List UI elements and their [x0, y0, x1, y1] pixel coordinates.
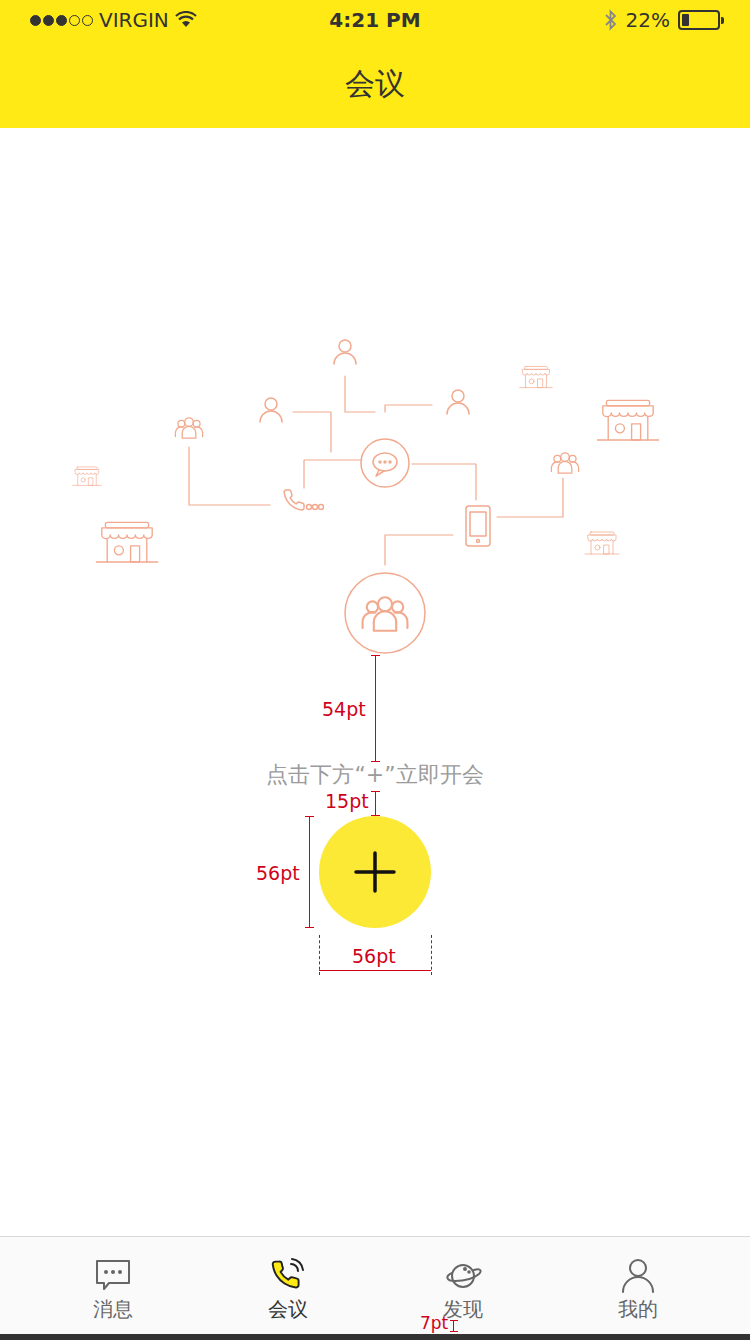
dimension-label: 15pt: [325, 790, 369, 812]
signal-dot: [82, 15, 93, 26]
status-bar: VIRGIN 4:21 PM 22%: [0, 0, 750, 40]
dimension-label: 56pt: [256, 862, 300, 884]
meeting-group-icon: [345, 573, 425, 653]
dimension-line: [375, 791, 376, 816]
signal-dot: [56, 15, 67, 26]
spec-annotations: 54pt 15pt 56pt 56pt: [0, 128, 750, 1236]
person-icon: [260, 398, 282, 422]
meeting-screen: VIRGIN4:21 PM22%会议点击下方“+”立即开会54pt15pt56p…: [0, 0, 750, 1340]
person-icon: [334, 340, 356, 364]
bottom-strip: [0, 1334, 750, 1340]
tab-label: 发现: [443, 1297, 483, 1321]
dimension-line: [309, 816, 310, 928]
page-title: 会议: [0, 40, 750, 128]
dimension-label: 54pt: [322, 698, 366, 720]
dimension-label: 56pt: [352, 945, 396, 967]
network-illustration: [0, 330, 750, 660]
group-icon: [551, 453, 578, 473]
signal-dot: [43, 15, 54, 26]
tab-item[interactable]: 我的: [550, 1237, 725, 1334]
tab-bar: 消息 会议 发现 我的 7pt: [0, 1236, 750, 1334]
wifi-icon: [175, 11, 197, 29]
tab-label: 消息: [93, 1297, 133, 1321]
content: 点击下方“+”立即开会 54pt 15pt 56pt 56pt: [0, 128, 750, 1236]
planet-icon: [443, 1255, 483, 1295]
dimension-guide: [431, 935, 432, 975]
clock: 4:21 PM: [329, 8, 420, 32]
dimension-line: [375, 655, 376, 762]
person-icon: [618, 1255, 658, 1295]
tab-label: 我的: [618, 1297, 658, 1321]
tab-item[interactable]: 消息: [25, 1237, 200, 1334]
message-icon: [93, 1255, 133, 1295]
carrier: VIRGIN: [99, 8, 169, 32]
tab-item[interactable]: 发现: [375, 1237, 550, 1334]
store-icon: [597, 400, 658, 440]
mobile-icon: [466, 506, 490, 546]
store-icon: [96, 522, 157, 562]
dimension-guide: [319, 935, 320, 975]
person-icon: [447, 390, 469, 414]
chat-icon: [361, 439, 409, 487]
connector-lines: [189, 376, 563, 565]
battery-icon: [678, 10, 720, 30]
spec-note: 7pt: [420, 1314, 458, 1332]
empty-hint: 点击下方“+”立即开会: [266, 760, 483, 790]
bluetooth-icon: [604, 9, 618, 31]
tab-item[interactable]: 会议: [200, 1237, 375, 1334]
group-icon: [175, 418, 202, 438]
meeting-phone-icon: [268, 1255, 308, 1295]
signal-dot: [30, 15, 41, 26]
signal-dot: [69, 15, 80, 26]
group-icon: [363, 597, 408, 631]
store-icon: [585, 532, 619, 554]
top-bar: VIRGIN 4:21 PM 22% 会议: [0, 0, 750, 128]
phone-icon: [284, 490, 323, 510]
signal-icon: [30, 15, 93, 26]
add-meeting-button[interactable]: [319, 816, 431, 928]
store-icon: [73, 467, 102, 485]
battery-percent: 22%: [626, 8, 670, 32]
store-icon: [520, 366, 553, 387]
tab-label: 会议: [268, 1297, 308, 1321]
dimension-line: [319, 970, 431, 971]
plus-icon: [354, 851, 396, 893]
